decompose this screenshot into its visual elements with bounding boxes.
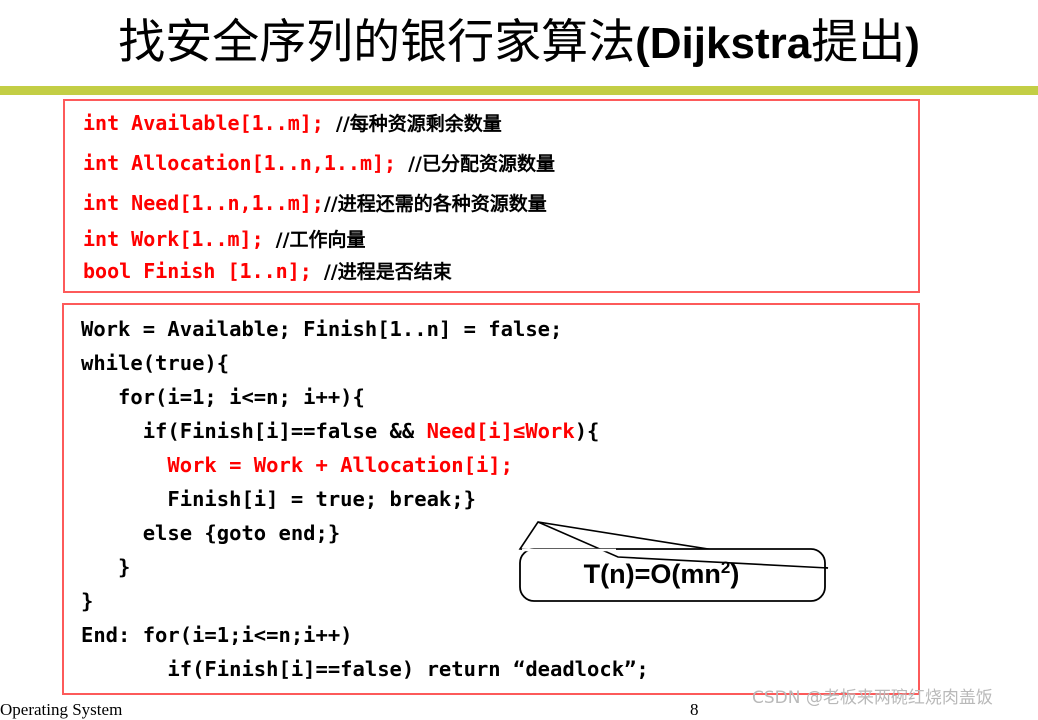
declaration-code: int Work[1..m];: [83, 227, 276, 251]
algorithm-code-highlight: Need[i]≤Work: [426, 419, 575, 443]
algorithm-code-plain: if(Finish[i]==false) return “deadlock”;: [81, 657, 649, 681]
declaration-comment: //每种资源剩余数量: [335, 113, 502, 135]
algorithm-line: }: [81, 555, 130, 579]
declaration-line: bool Finish [1..n]; //进程是否结束: [83, 257, 452, 284]
algorithm-code-plain: }: [81, 589, 94, 613]
declaration-code: bool Finish [1..n];: [83, 259, 324, 283]
footer-left-text: Operating System: [0, 700, 123, 719]
algorithm-line: for(i=1; i<=n; i++){: [81, 385, 365, 409]
algorithm-line: Work = Available; Finish[1..n] = false;: [81, 317, 562, 341]
declaration-line: int Need[1..n,1..m];//进程还需的各种资源数量: [83, 189, 547, 216]
declaration-comment: //进程还需的各种资源数量: [323, 193, 547, 215]
algorithm-line: End: for(i=1;i<=n;i++): [81, 623, 353, 647]
title-divider: [0, 86, 1038, 95]
algorithm-line: Work = Work + Allocation[i];: [81, 453, 513, 477]
algorithm-line: }: [81, 589, 93, 613]
algorithm-line: Finish[i] = true; break;}: [81, 487, 476, 511]
page-title: 找安全序列的银行家算法(Dijkstra提出): [0, 8, 1038, 79]
algorithm-code-plain: Finish[i] = true; break;}: [81, 487, 476, 511]
complexity-label: T(n)=O(mn2): [498, 558, 825, 590]
declaration-code: int Allocation[1..n,1..m];: [83, 151, 409, 175]
declaration-line: int Allocation[1..n,1..m]; //已分配资源数量: [83, 149, 555, 176]
declaration-line: int Available[1..m]; //每种资源剩余数量: [83, 109, 502, 136]
algorithm-code-plain: while(true){: [81, 351, 230, 375]
complexity-label-tail: ): [730, 559, 740, 589]
watermark: CSDN @老板来两碗红烧肉盖饭: [752, 688, 993, 708]
algorithm-line: if(Finish[i]==false && Need[i]≤Work){: [81, 419, 600, 443]
declaration-code: int Need[1..n,1..m];: [83, 191, 324, 215]
declaration-comment: //进程是否结束: [323, 261, 452, 283]
algorithm-code-plain: if(Finish[i]==false &&: [81, 419, 427, 443]
complexity-label-main: T(n)=O(mn: [583, 559, 721, 589]
complexity-label-exponent: 2: [720, 558, 731, 577]
algorithm-code-plain: }: [81, 555, 131, 579]
page-title-cn-after: 提出: [811, 17, 906, 69]
declaration-comment: //已分配资源数量: [408, 153, 555, 175]
algorithm-line: if(Finish[i]==false) return “deadlock”;: [81, 657, 649, 681]
page-title-paren-open: (: [635, 19, 650, 68]
algorithm-code-plain: ){: [574, 419, 600, 443]
algorithm-code-plain: else {goto end;}: [81, 521, 341, 545]
algorithm-code-plain: Work = Available; Finish[1..n] = false;: [81, 317, 563, 341]
algorithm-code-highlight: Work = Work + Allocation[i];: [167, 453, 513, 477]
declaration-comment: //工作向量: [275, 229, 366, 251]
footer-page-number: 8: [690, 700, 699, 719]
algorithm-code-plain: [81, 453, 167, 477]
algorithm-code-box: Work = Available; Finish[1..n] = false; w…: [62, 303, 920, 695]
algorithm-line: while(true){: [81, 351, 229, 375]
algorithm-line: else {goto end;}: [81, 521, 340, 545]
page-title-latin: Dijkstra: [649, 19, 812, 68]
page-title-cn-before: 找安全序列的银行家算法: [118, 17, 636, 69]
complexity-callout: T(n)=O(mn2): [498, 505, 843, 610]
page-title-paren-close: ): [905, 19, 920, 68]
declaration-line: int Work[1..m]; //工作向量: [83, 225, 366, 252]
declaration-code: int Available[1..m];: [83, 111, 336, 135]
algorithm-code-plain: End: for(i=1;i<=n;i++): [81, 623, 353, 647]
declaration-code-box: int Available[1..m]; //每种资源剩余数量 int Alloc…: [63, 99, 920, 293]
algorithm-code-plain: for(i=1; i<=n; i++){: [81, 385, 365, 409]
